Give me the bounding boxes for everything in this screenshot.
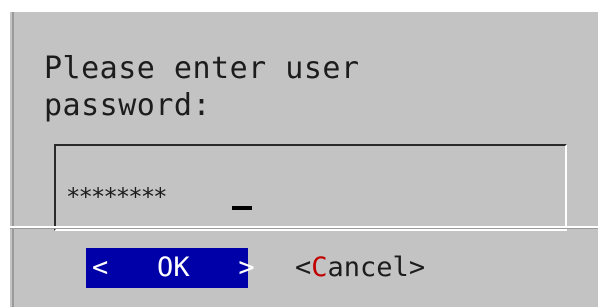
cancel-button[interactable]: <Cancel> — [295, 248, 425, 288]
password-masked-value: ******** — [66, 183, 168, 211]
cancel-hotkey: C — [311, 252, 328, 283]
text-cursor — [232, 206, 252, 210]
prompt-line-2: password: — [44, 88, 212, 123]
ok-left-bracket: < — [92, 252, 109, 283]
password-prompt: Please enter user password: — [44, 50, 360, 124]
password-input[interactable]: ******** — [54, 144, 567, 231]
ok-right-bracket: > — [238, 252, 255, 283]
password-dialog: Please enter user password: ******** < O… — [8, 10, 598, 307]
cancel-left-bracket: < — [295, 252, 312, 283]
ok-button[interactable]: < OK > — [86, 248, 255, 288]
prompt-line-1: Please enter user — [44, 51, 360, 86]
ok-label-rest: K — [173, 252, 190, 283]
ok-hotkey: O — [157, 252, 174, 283]
cancel-right-bracket: > — [408, 252, 426, 283]
button-separator-shadow — [10, 228, 598, 229]
cancel-label-rest: ancel — [327, 252, 409, 283]
